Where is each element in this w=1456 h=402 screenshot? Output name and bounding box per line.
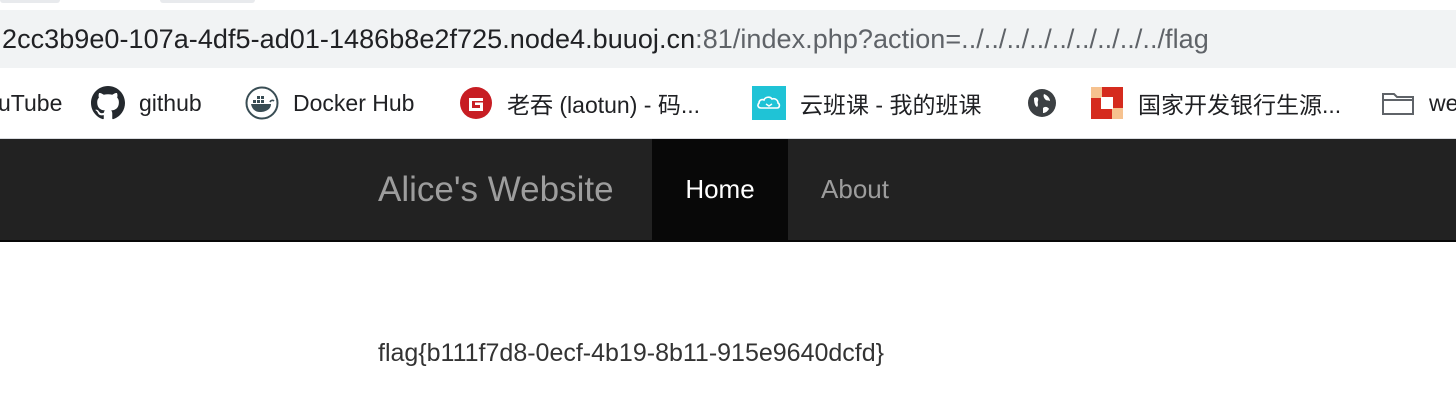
site-brand[interactable]: Alice's Website [378, 139, 614, 240]
url-text[interactable]: 2cc3b9e0-107a-4df5-ad01-1486b8e2f725.nod… [2, 23, 1209, 55]
bookmark-label: 国家开发银行生源... [1138, 92, 1342, 118]
bookmark-label: we [1429, 89, 1456, 116]
github-icon [91, 86, 125, 120]
bookmark-docker-hub[interactable]: Docker Hub [245, 68, 414, 138]
bookmark-cdb[interactable]: 国家开发银行生源... [1090, 68, 1341, 138]
bookmark-globe[interactable] [1025, 68, 1073, 138]
bookmark-youtube[interactable]: uTube [0, 68, 62, 138]
page-content-flag: flag{b111f7d8-0ecf-4b19-8b11-915e9640dcf… [378, 339, 884, 367]
gitee-icon [459, 86, 493, 120]
bookmark-cloud-class[interactable]: 云班课 - 我的班课 [752, 68, 981, 138]
tab-strip [0, 0, 1456, 10]
tab-edge-left [0, 0, 60, 3]
docker-icon [245, 86, 279, 120]
url-host: 2cc3b9e0-107a-4df5-ad01-1486b8e2f725.nod… [2, 24, 696, 54]
bookmark-github[interactable]: github [91, 68, 202, 138]
bookmark-label: github [139, 89, 202, 116]
url-path: :81/index.php?action=../../../../../../.… [695, 24, 1209, 54]
nav-about[interactable]: About [792, 139, 918, 240]
site-navbar: Alice's Website Home About [0, 139, 1456, 242]
bookmark-label: Docker Hub [293, 89, 415, 116]
bookmark-gitee[interactable]: 老吞 (laotun) - 码... [459, 68, 700, 138]
nav-home[interactable]: Home [652, 139, 788, 240]
bookmark-folder[interactable]: we [1381, 68, 1456, 138]
bookmark-label: uTube [0, 89, 63, 116]
folder-icon [1381, 86, 1415, 120]
cdb-icon [1090, 86, 1124, 120]
cloud-class-icon [752, 86, 786, 120]
globe-icon [1025, 86, 1059, 120]
tab-edge-right [160, 0, 255, 3]
bookmarks-bar: uTube github Docker Hub 老吞 (laotun) - 码.… [0, 68, 1456, 139]
address-bar[interactable]: 2cc3b9e0-107a-4df5-ad01-1486b8e2f725.nod… [0, 10, 1456, 68]
bookmark-label: 老吞 (laotun) - 码... [507, 92, 700, 118]
bookmark-label: 云班课 - 我的班课 [800, 92, 982, 118]
